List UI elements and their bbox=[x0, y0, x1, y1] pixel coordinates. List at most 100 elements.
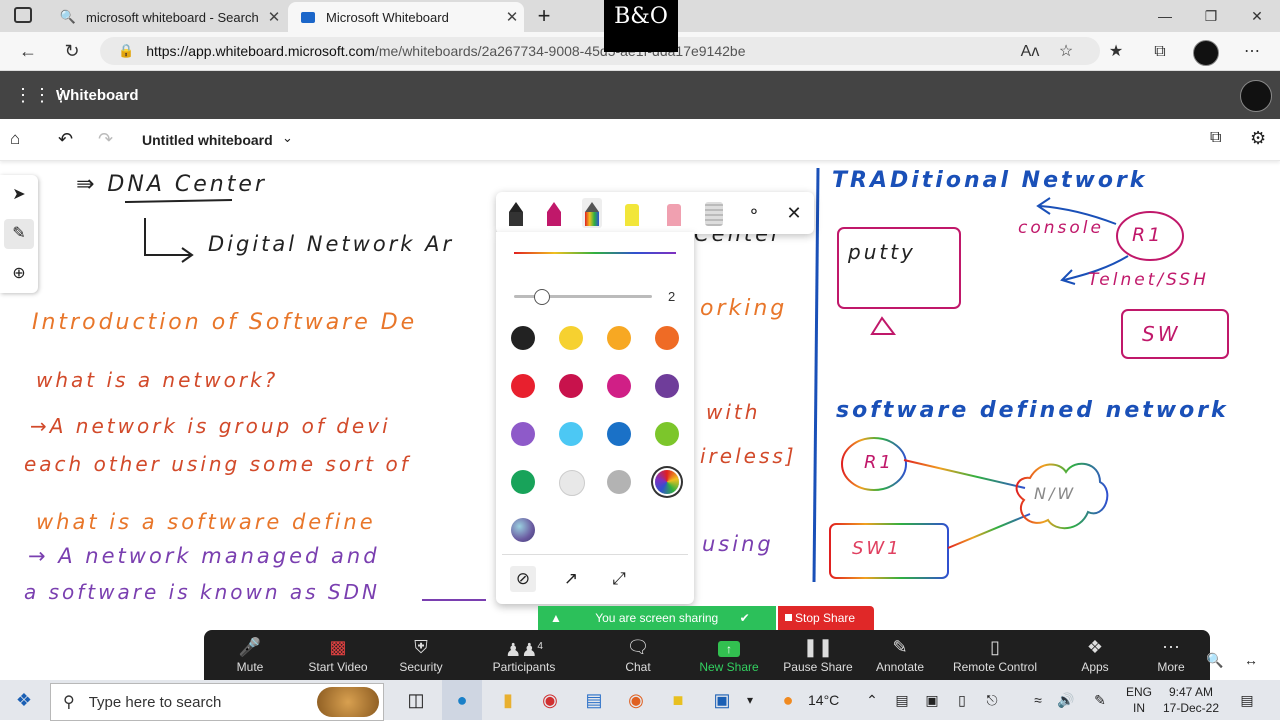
task-view-icon[interactable]: ◫ bbox=[396, 680, 436, 720]
language-indicator[interactable]: ENG IN bbox=[1126, 684, 1152, 716]
apps-button[interactable]: ❖ Apps bbox=[1078, 630, 1112, 680]
color-swatch[interactable] bbox=[559, 374, 583, 398]
zoom-in-icon[interactable]: 🔍 bbox=[1206, 652, 1223, 669]
color-swatch[interactable] bbox=[511, 326, 535, 350]
taskbar-search-box[interactable]: ⚲ Type here to search bbox=[50, 683, 384, 721]
arrow-both-icon[interactable]: ⤢ bbox=[606, 566, 632, 592]
new-tab-button[interactable]: + bbox=[532, 2, 556, 30]
url-field[interactable]: 🔒 https://app.whiteboard.microsoft.com/m… bbox=[100, 37, 1100, 65]
account-avatar[interactable] bbox=[1240, 80, 1272, 112]
lasso-select-icon[interactable]: ⚬ bbox=[744, 198, 764, 228]
sticky-notes-icon[interactable]: ■ bbox=[658, 680, 698, 720]
volume-icon[interactable]: 🔊 bbox=[1052, 680, 1080, 720]
color-swatch[interactable] bbox=[607, 326, 631, 350]
close-tab-icon[interactable]: ✕ bbox=[500, 8, 524, 26]
wifi-icon[interactable]: ≈ bbox=[1024, 680, 1052, 720]
file-explorer-icon[interactable]: ▮ bbox=[488, 680, 528, 720]
more-options-icon[interactable]: ⋯ bbox=[1238, 40, 1266, 64]
share-icon[interactable]: ⧉ bbox=[1210, 129, 1221, 147]
color-swatch[interactable] bbox=[607, 374, 631, 398]
refresh-button[interactable]: ↻ bbox=[58, 39, 86, 63]
board-title[interactable]: Untitled whiteboard bbox=[142, 132, 273, 148]
ink-tool-icon[interactable]: ✎ bbox=[4, 219, 34, 249]
color-swatch[interactable] bbox=[511, 422, 535, 446]
fit-screen-icon[interactable]: ↔ bbox=[1244, 652, 1258, 668]
chevron-down-icon[interactable]: ⌄ bbox=[282, 130, 293, 146]
undo-icon[interactable]: ↶ bbox=[58, 129, 73, 150]
more-button[interactable]: ⋯ More bbox=[1152, 630, 1190, 680]
annotate-button[interactable]: ✎ Annotate bbox=[870, 630, 930, 680]
participants-button[interactable]: ♟♟4 Participants bbox=[488, 630, 560, 680]
usb-icon[interactable]: ⎋ bbox=[978, 680, 1006, 720]
color-swatch[interactable] bbox=[607, 422, 631, 446]
weather-icon[interactable]: ● bbox=[770, 680, 806, 720]
close-icon[interactable]: ✕ bbox=[784, 198, 804, 228]
color-swatch[interactable] bbox=[655, 374, 679, 398]
tab-whiteboard[interactable]: Microsoft Whiteboard ✕ bbox=[288, 2, 524, 32]
notifications-icon[interactable]: ▤ bbox=[1232, 680, 1262, 720]
windows-start-icon[interactable]: ❖ bbox=[4, 680, 44, 720]
color-swatch[interactable] bbox=[559, 326, 583, 350]
network-app-icon[interactable]: ▤ bbox=[574, 680, 614, 720]
magenta-pen-icon[interactable] bbox=[544, 198, 564, 228]
color-swatch[interactable] bbox=[559, 470, 585, 496]
slider-thumb[interactable] bbox=[534, 289, 550, 305]
eraser-icon[interactable] bbox=[664, 198, 684, 228]
stroke-size-slider[interactable] bbox=[514, 289, 652, 305]
battery-icon[interactable]: ▯ bbox=[948, 680, 976, 720]
pause-icon: ❚❚ bbox=[802, 637, 834, 657]
firefox-icon[interactable]: ◉ bbox=[616, 680, 656, 720]
maximize-icon[interactable]: ❐ bbox=[1188, 4, 1234, 28]
mute-button[interactable]: 🎤 Mute bbox=[222, 630, 278, 680]
add-icon[interactable]: ⊕ bbox=[4, 259, 34, 289]
security-button[interactable]: ⛨ Security bbox=[394, 630, 448, 680]
scroll-down-icon[interactable]: ▾ bbox=[740, 680, 760, 720]
color-swatch[interactable] bbox=[655, 326, 679, 350]
home-icon[interactable]: ⌂ bbox=[10, 129, 20, 149]
start-video-button[interactable]: ▩ Start Video bbox=[302, 630, 374, 680]
no-arrow-icon[interactable]: ⊘ bbox=[510, 566, 536, 592]
collections-icon[interactable]: ⧉ bbox=[1146, 40, 1174, 64]
temperature[interactable]: 14°C bbox=[808, 692, 839, 708]
stop-share-button[interactable]: Stop Share bbox=[778, 606, 874, 630]
color-swatch[interactable] bbox=[511, 470, 535, 494]
black-pen-icon[interactable] bbox=[506, 198, 526, 228]
pause-share-button[interactable]: ❚❚ Pause Share bbox=[782, 630, 854, 680]
minimize-icon[interactable]: — bbox=[1142, 4, 1188, 28]
color-swatch[interactable] bbox=[607, 470, 631, 494]
read-aloud-icon[interactable]: A​ʌ bbox=[1016, 40, 1044, 64]
close-tab-icon[interactable]: ✕ bbox=[262, 8, 286, 26]
gear-icon[interactable]: ⚙ bbox=[1250, 128, 1266, 149]
show-hidden-icons[interactable]: ⌃ bbox=[858, 680, 886, 720]
ruler-icon[interactable] bbox=[704, 198, 724, 228]
color-swatch[interactable] bbox=[511, 374, 535, 398]
add-favorite-icon[interactable]: ☆ bbox=[1052, 40, 1080, 64]
participants-icon: ♟♟4 bbox=[505, 640, 543, 660]
redo-icon[interactable]: ↷ bbox=[98, 129, 113, 150]
edge-icon[interactable]: ● bbox=[442, 680, 482, 720]
rainbow-pen-icon[interactable] bbox=[582, 198, 602, 228]
tool-rail: ➤ ✎ ⊕ bbox=[0, 175, 38, 293]
color-swatch[interactable] bbox=[655, 422, 679, 446]
tab-actions-icon[interactable] bbox=[14, 7, 32, 23]
meet-now-icon[interactable]: ▤ bbox=[888, 680, 916, 720]
select-tool-icon[interactable]: ➤ bbox=[4, 180, 34, 210]
arrow-end-icon[interactable]: ↗ bbox=[558, 566, 584, 592]
close-window-icon[interactable]: ✕ bbox=[1234, 4, 1280, 28]
zoom-app-icon[interactable]: ▣ bbox=[702, 680, 742, 720]
tab-search[interactable]: 🔍 microsoft whiteboard - Search ✕ bbox=[48, 2, 286, 32]
highlighter-icon[interactable] bbox=[622, 198, 642, 228]
clock[interactable]: 9:47 AM 17-Dec-22 bbox=[1160, 684, 1222, 716]
new-share-button[interactable]: ↑ New Share bbox=[696, 630, 762, 680]
color-swatch[interactable] bbox=[655, 470, 679, 494]
camera-icon[interactable]: ▣ bbox=[918, 680, 946, 720]
pen-icon[interactable]: ✎ bbox=[1086, 680, 1114, 720]
color-swatch[interactable] bbox=[511, 518, 535, 542]
color-swatch[interactable] bbox=[559, 422, 583, 446]
chrome-icon[interactable]: ◉ bbox=[530, 680, 570, 720]
favorites-icon[interactable]: ★ bbox=[1102, 40, 1130, 64]
back-button[interactable]: ← bbox=[14, 39, 42, 63]
profile-avatar[interactable] bbox=[1193, 40, 1219, 66]
chat-button[interactable]: 🗨 Chat bbox=[616, 630, 660, 680]
remote-control-button[interactable]: ▯ Remote Control bbox=[948, 630, 1042, 680]
